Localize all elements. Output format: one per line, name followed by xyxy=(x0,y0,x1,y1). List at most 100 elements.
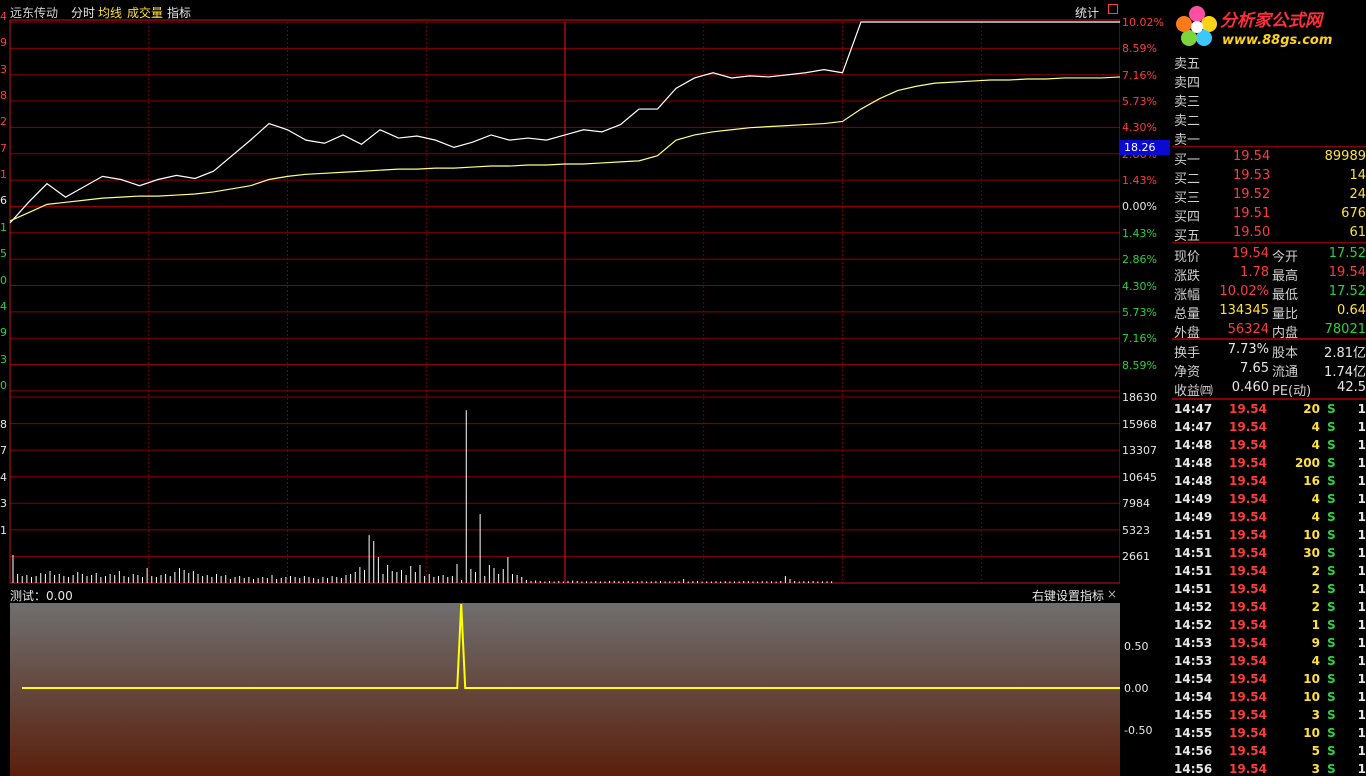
quote-stat-row: 涨幅 10.02% 最低 17.52 xyxy=(1172,283,1366,303)
tick-volume: 2 xyxy=(1311,600,1320,614)
tick-time: 14:48 xyxy=(1174,474,1213,488)
price-tick-left: 0 xyxy=(0,273,7,287)
tick-row: 14:49 19.54 4 S 1 xyxy=(1172,509,1366,527)
tick-price: 19.54 xyxy=(1229,690,1267,704)
volume-tick-right: 10645 xyxy=(1122,470,1157,484)
stat-value: 134345 xyxy=(1219,303,1269,318)
tick-volume: 10 xyxy=(1303,528,1320,542)
tick-row: 14:48 19.54 4 S 1 xyxy=(1172,437,1366,455)
fundamental-label: 流通 xyxy=(1272,365,1299,380)
tick-price: 19.54 xyxy=(1229,708,1267,722)
stat-label: 最低 xyxy=(1272,288,1299,303)
stat-value: 1.78 xyxy=(1240,265,1269,280)
price-tick-right: 2.86% xyxy=(1122,253,1157,267)
tick-time: 14:51 xyxy=(1174,528,1213,542)
tick-time: 14:51 xyxy=(1174,582,1213,596)
tick-side: S xyxy=(1327,492,1336,506)
tick-price: 19.54 xyxy=(1229,420,1267,434)
tick-side: S xyxy=(1327,726,1336,740)
tick-count: 1 xyxy=(1357,492,1366,506)
price-axis-left: 4 9 3 8 2 7 1 6 1 5 0 4 9 3 0 xyxy=(0,0,10,400)
sell-level-row: 卖二 xyxy=(1172,109,1366,129)
tick-row: 14:51 19.54 10 S 1 xyxy=(1172,527,1366,545)
price-tick-left: 0 xyxy=(0,378,7,392)
tick-price: 19.54 xyxy=(1229,492,1267,506)
volume-tick-right: 2661 xyxy=(1122,550,1150,564)
logo-url: www.88gs.com xyxy=(1222,33,1333,48)
indicator-name: 测试：0.00 xyxy=(10,589,73,603)
price-tick-right: 7.16% xyxy=(1122,68,1157,82)
tick-row: 14:48 19.54 200 S 1 xyxy=(1172,455,1366,473)
tab-average-line[interactable]: 均线 xyxy=(98,4,122,21)
flower-logo-icon xyxy=(1176,6,1217,46)
buy-level-row: 买一 19.54 89989 xyxy=(1172,148,1366,168)
maximize-icon[interactable] xyxy=(1108,4,1118,14)
tick-side: S xyxy=(1327,510,1336,524)
price-tick-right: 8.59% xyxy=(1122,42,1157,56)
tick-time: 14:47 xyxy=(1174,402,1213,416)
logo: 分析家公式网 www.88gs.com xyxy=(1172,0,1366,52)
price-tick-right: 5.73% xyxy=(1122,95,1157,109)
price-tick-left: 5 xyxy=(0,247,7,261)
tick-price: 19.54 xyxy=(1229,762,1267,776)
tick-volume: 4 xyxy=(1311,654,1320,668)
tick-count: 1 xyxy=(1357,600,1366,614)
buy-level-price: 19.51 xyxy=(1233,206,1271,221)
tick-row: 14:51 19.54 2 S 1 xyxy=(1172,563,1366,581)
tick-count: 1 xyxy=(1357,654,1366,668)
tick-volume: 200 xyxy=(1294,456,1320,470)
indicator-settings-hint[interactable]: 右键设置指标 xyxy=(1032,587,1104,604)
tick-price: 19.54 xyxy=(1229,474,1267,488)
tick-row: 14:53 19.54 9 S 1 xyxy=(1172,635,1366,653)
tick-volume: 9 xyxy=(1311,636,1320,650)
price-tick-left: 7 xyxy=(0,141,7,155)
tick-price: 19.54 xyxy=(1229,438,1267,452)
stat-label: 总量 xyxy=(1174,307,1201,322)
price-tick-right: 7.16% xyxy=(1122,332,1157,346)
intraday-chart[interactable] xyxy=(0,0,1120,776)
stat-label: 涨跌 xyxy=(1174,269,1201,284)
buy-level-price: 19.52 xyxy=(1233,187,1271,202)
tick-volume: 10 xyxy=(1303,726,1320,740)
stat-value: 19.54 xyxy=(1231,246,1269,261)
volume-tick-left: 4 xyxy=(0,470,7,484)
price-tick-right: 4.30% xyxy=(1122,279,1157,293)
tick-time: 14:48 xyxy=(1174,438,1213,452)
tick-price: 19.54 xyxy=(1229,510,1267,524)
tick-side: S xyxy=(1327,618,1336,632)
indicator-tick: -0.50 xyxy=(1124,724,1153,737)
tick-time: 14:55 xyxy=(1174,708,1213,722)
stat-value: 19.54 xyxy=(1328,265,1366,280)
tick-count: 1 xyxy=(1357,726,1366,740)
tick-volume: 20 xyxy=(1303,402,1320,416)
tick-side: S xyxy=(1327,582,1336,596)
stat-value: 10.02% xyxy=(1219,284,1269,299)
tick-time: 14:51 xyxy=(1174,564,1213,578)
price-tick-left: 3 xyxy=(0,352,7,366)
close-icon[interactable]: × xyxy=(1107,587,1117,601)
tick-count: 1 xyxy=(1357,708,1366,722)
tick-price: 19.54 xyxy=(1229,546,1267,560)
tick-row: 14:56 19.54 5 S 1 xyxy=(1172,743,1366,761)
tick-time: 14:56 xyxy=(1174,744,1213,758)
tab-indicator[interactable]: 指标 xyxy=(167,4,191,21)
tick-side: S xyxy=(1327,528,1336,542)
tick-row: 14:51 19.54 2 S 1 xyxy=(1172,581,1366,599)
tick-time: 14:55 xyxy=(1174,726,1213,740)
sell-level-label: 卖五 xyxy=(1174,57,1201,72)
tick-time: 14:47 xyxy=(1174,420,1213,434)
tick-count: 1 xyxy=(1357,438,1366,452)
price-tick-left: 1 xyxy=(0,220,7,234)
buy-level-volume: 24 xyxy=(1349,187,1366,202)
sell-level-label: 卖三 xyxy=(1174,95,1201,110)
tick-volume: 5 xyxy=(1311,744,1320,758)
tab-timeshare[interactable]: 分时 xyxy=(71,4,95,21)
price-tick-left: 4 xyxy=(0,299,7,313)
stat-value: 78021 xyxy=(1324,322,1366,337)
stats-button[interactable]: 统计 xyxy=(1075,4,1099,21)
volume-tick-right: 18630 xyxy=(1122,391,1157,404)
buy-level-label: 买一 xyxy=(1174,153,1201,168)
buy-level-label: 买二 xyxy=(1174,172,1201,187)
tab-volume[interactable]: 成交量 xyxy=(127,4,163,21)
stat-label: 量比 xyxy=(1272,307,1299,322)
